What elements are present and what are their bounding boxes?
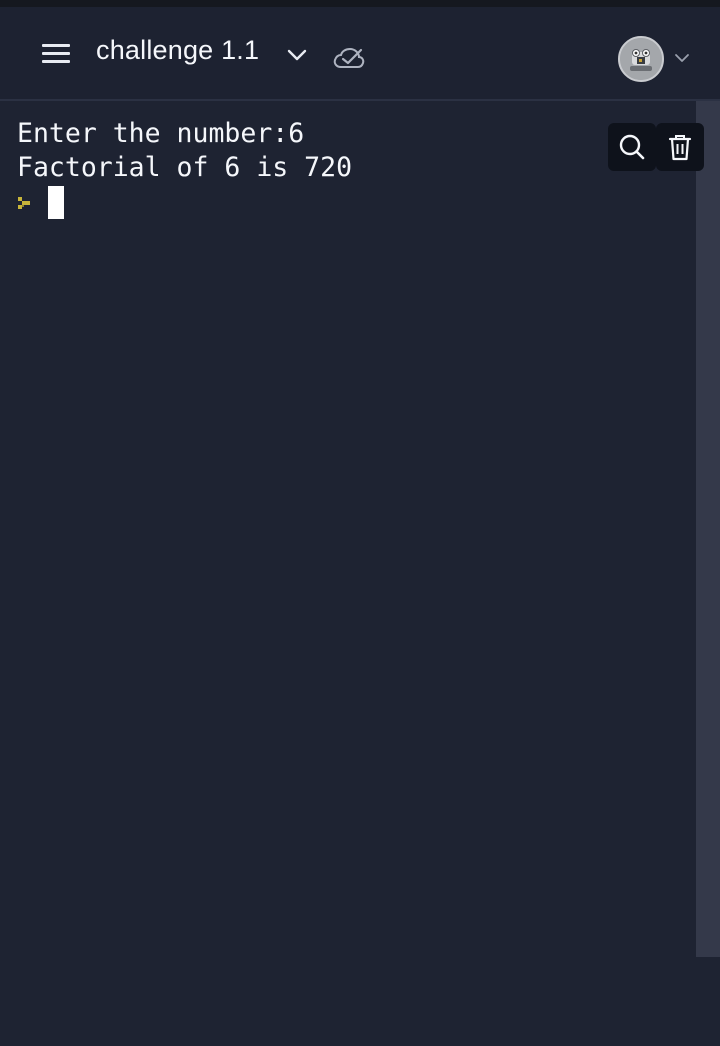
clear-console-button[interactable] bbox=[656, 123, 704, 171]
top-header: challenge 1.1 bbox=[0, 7, 720, 101]
console-line: Factorial of 6 is 720 bbox=[17, 152, 353, 183]
trash-icon bbox=[668, 135, 692, 161]
scrollbar[interactable] bbox=[696, 101, 720, 957]
text-cursor[interactable] bbox=[48, 186, 64, 219]
search-button[interactable] bbox=[608, 123, 656, 171]
menu-icon[interactable] bbox=[38, 37, 74, 69]
bottom-area bbox=[0, 957, 720, 1046]
search-icon bbox=[619, 134, 645, 160]
avatar[interactable] bbox=[618, 36, 664, 82]
status-strip bbox=[0, 0, 720, 7]
chevron-down-icon[interactable] bbox=[673, 51, 691, 65]
console-output-area[interactable] bbox=[0, 101, 696, 957]
repl-title[interactable]: challenge 1.1 bbox=[96, 35, 259, 66]
chevron-down-icon[interactable] bbox=[284, 45, 310, 65]
check-cloud-icon[interactable] bbox=[332, 45, 366, 71]
console-line: Enter the number:6 bbox=[17, 118, 305, 149]
prompt-arrow-icon bbox=[18, 197, 30, 209]
